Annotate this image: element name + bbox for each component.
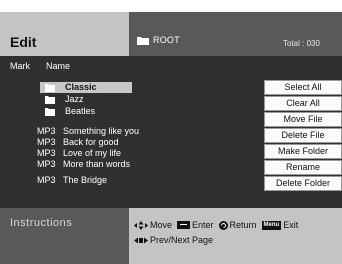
file-list-panel: Mark Name Classic Jazz Beatles MP3 Someth… xyxy=(0,56,342,208)
delete-file-button[interactable]: Delete File xyxy=(264,128,342,143)
file-name: More than words xyxy=(63,159,131,169)
instructions-line-2: Prev/Next Page xyxy=(134,235,213,245)
folder-item-classic[interactable]: Classic xyxy=(40,82,132,93)
folder-item-jazz[interactable]: Jazz xyxy=(40,94,132,105)
file-type: MP3 xyxy=(37,148,56,158)
file-name: Love of my life xyxy=(63,148,122,158)
total-count: Total : 030 xyxy=(283,39,320,48)
folder-icon xyxy=(45,108,55,116)
file-type: MP3 xyxy=(37,137,56,147)
exit-instruction: Exit xyxy=(283,220,299,230)
file-name: Something like you xyxy=(63,126,140,136)
clear-all-button[interactable]: Clear All xyxy=(264,96,342,111)
enter-instruction: Enter xyxy=(192,220,214,230)
page-title: Edit xyxy=(10,34,37,50)
folder-label: Jazz xyxy=(65,94,84,104)
instructions-title: Instructions xyxy=(10,217,73,229)
header-right-panel xyxy=(129,12,342,56)
file-name: Back for good xyxy=(63,137,119,147)
file-item[interactable]: MP3 The Bridge xyxy=(37,175,107,185)
select-all-button[interactable]: Select All xyxy=(264,80,342,95)
file-item[interactable]: MP3 More than words xyxy=(37,159,130,169)
folder-icon xyxy=(45,96,55,104)
column-header-mark: Mark xyxy=(10,61,30,71)
return-icon xyxy=(218,220,228,230)
rename-button[interactable]: Rename xyxy=(264,160,342,175)
file-item[interactable]: MP3 Back for good xyxy=(37,137,119,147)
file-type: MP3 xyxy=(37,126,56,136)
instructions-line-1: Move Enter Return Menu Exit xyxy=(134,220,298,230)
make-folder-button[interactable]: Make Folder xyxy=(264,144,342,159)
prev-next-instruction: Prev/Next Page xyxy=(150,235,214,245)
folder-icon xyxy=(137,37,149,45)
file-type: MP3 xyxy=(37,159,56,169)
folder-icon xyxy=(45,84,55,92)
edit-screen: Edit ROOT Total : 030 Mark Name Classic … xyxy=(0,0,342,264)
file-name: The Bridge xyxy=(63,175,108,185)
file-item[interactable]: MP3 Something like you xyxy=(37,126,139,136)
column-header-name: Name xyxy=(46,61,71,71)
return-instruction: Return xyxy=(229,220,257,230)
current-folder-label: ROOT xyxy=(153,35,180,45)
delete-folder-button[interactable]: Delete Folder xyxy=(264,176,342,191)
four-way-arrows-icon xyxy=(134,220,148,230)
file-type: MP3 xyxy=(37,175,56,185)
enter-key-icon xyxy=(177,221,191,229)
folder-label: Beatles xyxy=(65,106,96,116)
folder-label: Classic xyxy=(65,82,97,92)
menu-key-icon: Menu xyxy=(261,220,282,230)
file-item[interactable]: MP3 Love of my life xyxy=(37,148,121,158)
move-instruction: Move xyxy=(150,220,173,230)
left-right-arrows-icon xyxy=(134,237,148,243)
move-file-button[interactable]: Move File xyxy=(264,112,342,127)
folder-item-beatles[interactable]: Beatles xyxy=(40,106,132,117)
